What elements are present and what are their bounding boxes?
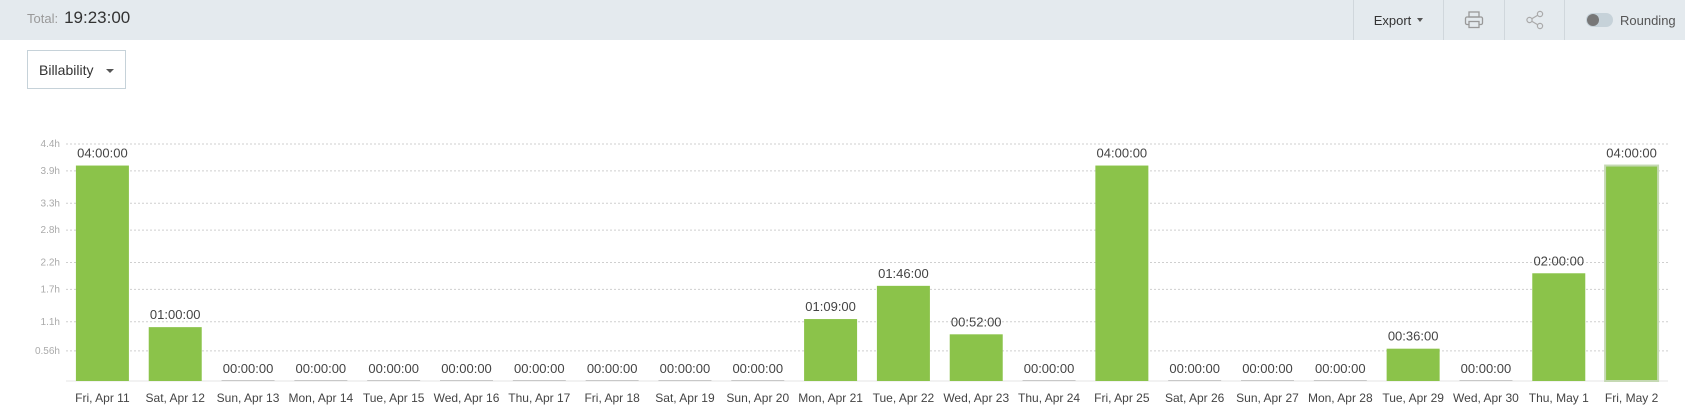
data-label: 01:00:00 [150, 307, 201, 322]
x-tick-label: Sat, Apr 26 [1165, 391, 1225, 405]
bar[interactable] [148, 327, 202, 381]
data-label: 00:00:00 [514, 361, 565, 376]
data-label: 00:00:00 [1024, 361, 1075, 376]
x-tick-label: Thu, May 1 [1529, 391, 1589, 405]
data-label: 00:00:00 [660, 361, 711, 376]
data-label: 00:00:00 [1461, 361, 1512, 376]
bar[interactable] [876, 285, 930, 381]
bar[interactable] [1095, 165, 1149, 381]
bar[interactable] [1386, 348, 1440, 381]
data-label: 04:00:00 [1606, 146, 1657, 161]
data-label: 00:00:00 [441, 361, 492, 376]
x-tick-label: Fri, Apr 18 [584, 391, 640, 405]
x-tick-label: Fri, Apr 25 [1094, 391, 1150, 405]
x-tick-label: Tue, Apr 22 [873, 391, 935, 405]
x-tick-label: Tue, Apr 15 [363, 391, 425, 405]
x-tick-label: Sun, Apr 20 [726, 391, 789, 405]
x-tick-label: Sun, Apr 13 [217, 391, 280, 405]
data-label: 00:00:00 [296, 361, 347, 376]
data-label: 00:00:00 [368, 361, 419, 376]
data-label: 04:00:00 [77, 146, 128, 161]
bar[interactable] [1532, 273, 1586, 381]
x-tick-label: Sat, Apr 12 [146, 391, 206, 405]
x-tick-label: Sun, Apr 27 [1236, 391, 1299, 405]
data-label: 04:00:00 [1097, 146, 1148, 161]
data-label: 00:00:00 [1315, 361, 1366, 376]
bar[interactable] [75, 165, 129, 381]
data-label: 00:00:00 [587, 361, 638, 376]
data-label: 01:46:00 [878, 266, 929, 281]
y-tick-label: 3.9h [41, 166, 60, 177]
x-tick-label: Fri, May 2 [1605, 391, 1659, 405]
y-tick-label: 1.1h [41, 317, 60, 328]
x-tick-label: Wed, Apr 30 [1453, 391, 1519, 405]
data-label: 00:00:00 [1242, 361, 1293, 376]
y-tick-label: 2.2h [41, 258, 60, 269]
bar-chart: 0.56h 1.1h 1.7h 2.2h 2.8h 3.3h 3.9h 4.4h 04:00:0… [35, 139, 1668, 405]
y-tick-label: 1.7h [41, 284, 60, 295]
x-tick-label: Thu, Apr 17 [508, 391, 570, 405]
data-label: 00:00:00 [223, 361, 274, 376]
data-label: 00:36:00 [1388, 329, 1439, 344]
bar[interactable] [1604, 164, 1660, 382]
x-tick-label: Mon, Apr 21 [798, 391, 863, 405]
x-tick-label: Wed, Apr 23 [943, 391, 1009, 405]
data-label: 00:00:00 [1169, 361, 1220, 376]
x-tick-label: Mon, Apr 28 [1308, 391, 1373, 405]
x-tick-label: Tue, Apr 29 [1382, 391, 1444, 405]
data-label: 00:00:00 [732, 361, 783, 376]
y-tick-label: 0.56h [35, 346, 60, 357]
x-tick-label: Mon, Apr 14 [289, 391, 354, 405]
x-tick-label: Sat, Apr 19 [655, 391, 715, 405]
data-label: 02:00:00 [1533, 253, 1584, 268]
x-tick-label: Fri, Apr 11 [75, 391, 130, 405]
reports-page: Total: 19:23:00 Export Rounding Billabil… [0, 0, 1685, 418]
y-tick-label: 4.4h [41, 139, 60, 150]
y-tick-label: 2.8h [41, 225, 60, 236]
bar[interactable] [804, 319, 858, 381]
x-tick-label: Thu, Apr 24 [1018, 391, 1080, 405]
bar[interactable] [949, 334, 1003, 381]
x-tick-label: Wed, Apr 16 [434, 391, 500, 405]
data-label: 00:52:00 [951, 314, 1002, 329]
y-tick-label: 3.3h [41, 198, 60, 209]
data-label: 01:09:00 [805, 299, 856, 314]
